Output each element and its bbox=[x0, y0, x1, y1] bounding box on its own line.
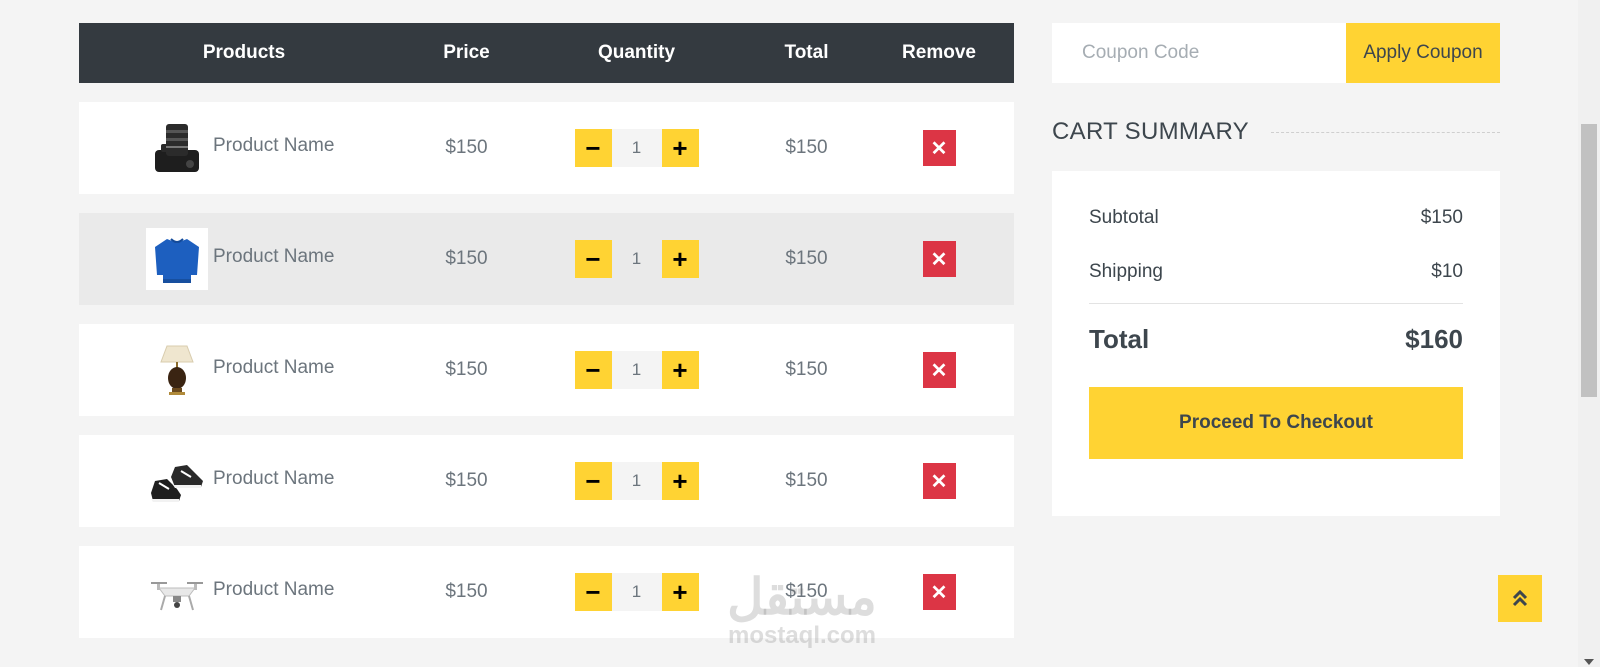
product-name[interactable]: Product Name bbox=[213, 468, 334, 490]
shoes-image bbox=[146, 450, 208, 512]
coupon-input[interactable] bbox=[1052, 23, 1346, 83]
plus-button[interactable]: + bbox=[661, 351, 699, 389]
minus-button[interactable]: − bbox=[574, 129, 612, 167]
product-cell: Product Name bbox=[79, 450, 409, 512]
product-name[interactable]: Product Name bbox=[213, 135, 334, 157]
product-cell: Product Name bbox=[79, 117, 409, 179]
remove-cell: ✕ bbox=[864, 352, 1014, 388]
lamp-image bbox=[146, 339, 208, 401]
apply-coupon-button[interactable]: Apply Coupon bbox=[1346, 23, 1500, 83]
plus-button[interactable]: + bbox=[661, 462, 699, 500]
quantity-input[interactable]: 1 bbox=[611, 351, 662, 389]
product-total: $150 bbox=[785, 581, 828, 602]
minus-button[interactable]: − bbox=[574, 351, 612, 389]
header-price: Price bbox=[443, 42, 490, 63]
header-quantity: Quantity bbox=[597, 42, 676, 63]
remove-button[interactable]: ✕ bbox=[922, 574, 956, 610]
remove-cell: ✕ bbox=[864, 241, 1014, 277]
product-name[interactable]: Product Name bbox=[213, 357, 334, 379]
quantity-cell: − 1 + bbox=[524, 351, 749, 389]
remove-button[interactable]: ✕ bbox=[922, 241, 956, 277]
subtotal-row: Subtotal $150 bbox=[1089, 207, 1463, 229]
minus-button[interactable]: − bbox=[574, 462, 612, 500]
header-products: Products bbox=[202, 42, 286, 63]
quantity-input[interactable]: 1 bbox=[611, 462, 662, 500]
quantity-stepper: − 1 + bbox=[524, 129, 749, 167]
quantity-cell: − 1 + bbox=[524, 462, 749, 500]
total-label: Total bbox=[1089, 324, 1150, 354]
shipping-row: Shipping $10 bbox=[1089, 261, 1463, 283]
remove-cell: ✕ bbox=[864, 574, 1014, 610]
summary-divider bbox=[1089, 303, 1463, 304]
heading-divider bbox=[1270, 131, 1500, 133]
minus-button[interactable]: − bbox=[574, 240, 612, 278]
quantity-stepper: − 1 + bbox=[524, 462, 749, 500]
product-total: $150 bbox=[785, 137, 828, 158]
cart-summary-heading: CART SUMMARY bbox=[1052, 118, 1500, 146]
back-to-top-button[interactable] bbox=[1498, 575, 1542, 622]
product-cell: Product Name bbox=[79, 339, 409, 401]
remove-cell: ✕ bbox=[864, 463, 1014, 499]
plus-button[interactable]: + bbox=[661, 129, 699, 167]
quantity-input[interactable]: 1 bbox=[611, 573, 662, 611]
plus-button[interactable]: + bbox=[661, 240, 699, 278]
table-row: Product Name $150 − 1 + $150 ✕ bbox=[79, 102, 1014, 194]
product-total: $150 bbox=[785, 248, 828, 269]
vertical-scrollbar[interactable] bbox=[1578, 0, 1600, 667]
quantity-stepper: − 1 + bbox=[524, 351, 749, 389]
shipping-value: $10 bbox=[1431, 261, 1463, 282]
double-chevron-up-icon bbox=[1512, 589, 1528, 606]
drone-image bbox=[146, 561, 208, 623]
quantity-stepper: − 1 + bbox=[524, 573, 749, 611]
product-name[interactable]: Product Name bbox=[213, 579, 334, 601]
cart-table: Products Price Quantity Total Remove Pro… bbox=[79, 23, 1014, 638]
camera-image bbox=[146, 117, 208, 179]
scroll-down-arrow-icon[interactable] bbox=[1584, 659, 1594, 665]
subtotal-value: $150 bbox=[1420, 207, 1463, 228]
quantity-input[interactable]: 1 bbox=[611, 129, 662, 167]
remove-cell: ✕ bbox=[864, 130, 1014, 166]
table-row: Product Name $150 − 1 + $150 ✕ bbox=[79, 324, 1014, 416]
header-remove: Remove bbox=[902, 42, 976, 63]
plus-button[interactable]: + bbox=[661, 573, 699, 611]
header-total: Total bbox=[784, 42, 829, 63]
table-row: Product Name $150 − 1 + $150 ✕ bbox=[79, 546, 1014, 638]
sweater-image bbox=[146, 228, 208, 290]
table-row: Product Name $150 − 1 + $150 ✕ bbox=[79, 435, 1014, 527]
remove-button[interactable]: ✕ bbox=[922, 352, 956, 388]
remove-button[interactable]: ✕ bbox=[922, 130, 956, 166]
product-price: $150 bbox=[445, 470, 488, 491]
product-price: $150 bbox=[445, 581, 488, 602]
cart-summary-panel: Subtotal $150 Shipping $10 Total $160 Pr… bbox=[1052, 171, 1500, 516]
coupon-form: Apply Coupon bbox=[1052, 23, 1500, 83]
total-row: Total $160 bbox=[1089, 324, 1463, 355]
minus-button[interactable]: − bbox=[574, 573, 612, 611]
shipping-label: Shipping bbox=[1089, 261, 1163, 282]
product-cell: Product Name bbox=[79, 228, 409, 290]
quantity-cell: − 1 + bbox=[524, 129, 749, 167]
product-price: $150 bbox=[445, 248, 488, 269]
quantity-cell: − 1 + bbox=[524, 240, 749, 278]
product-cell: Product Name bbox=[79, 561, 409, 623]
proceed-to-checkout-button[interactable]: Proceed To Checkout bbox=[1089, 387, 1463, 459]
product-price: $150 bbox=[445, 137, 488, 158]
quantity-stepper: − 1 + bbox=[524, 240, 749, 278]
product-total: $150 bbox=[785, 470, 828, 491]
cart-table-header: Products Price Quantity Total Remove bbox=[79, 23, 1014, 83]
cart-summary-title: CART SUMMARY bbox=[1052, 118, 1249, 145]
product-price: $150 bbox=[445, 359, 488, 380]
remove-button[interactable]: ✕ bbox=[922, 463, 956, 499]
table-row: Product Name $150 − 1 + $150 ✕ bbox=[79, 213, 1014, 305]
product-name[interactable]: Product Name bbox=[213, 246, 334, 268]
total-value: $160 bbox=[1405, 324, 1463, 354]
quantity-cell: − 1 + bbox=[524, 573, 749, 611]
subtotal-label: Subtotal bbox=[1089, 207, 1159, 228]
product-total: $150 bbox=[785, 359, 828, 380]
quantity-input[interactable]: 1 bbox=[611, 240, 662, 278]
scrollbar-thumb[interactable] bbox=[1581, 124, 1597, 397]
